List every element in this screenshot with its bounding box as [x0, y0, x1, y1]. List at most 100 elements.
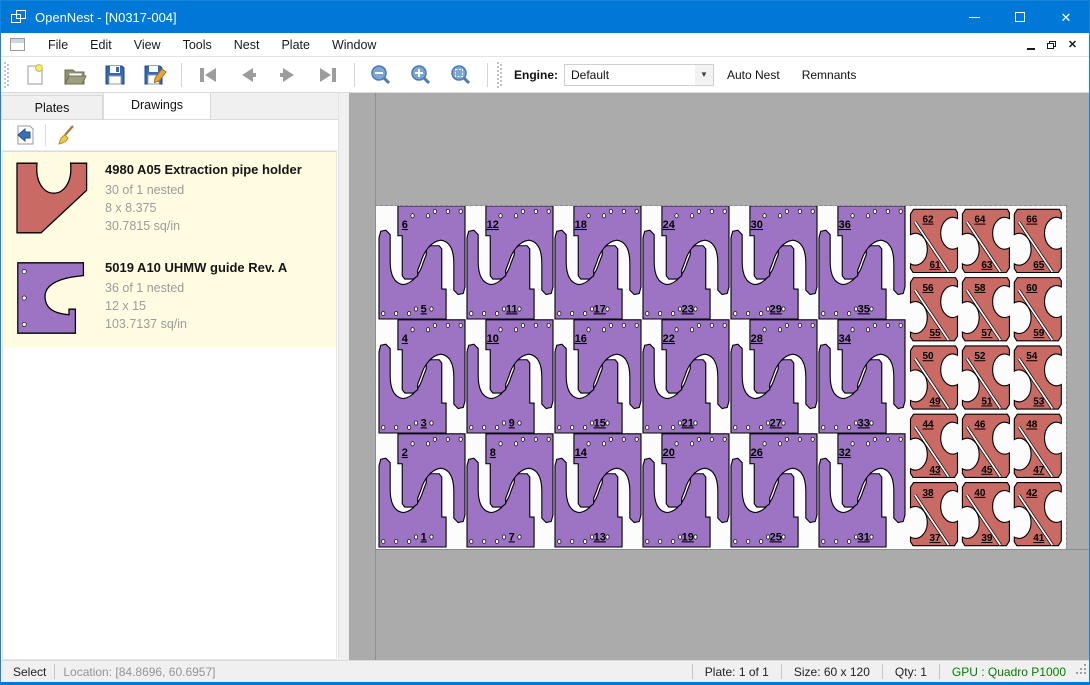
nav-first-icon [197, 66, 219, 84]
menubar: FileEditViewToolsNestPlateWindow ✕ [1, 33, 1089, 57]
menu-nest[interactable]: Nest [223, 35, 271, 55]
mdi-close-button[interactable]: ✕ [1062, 36, 1083, 54]
svg-text:19: 19 [682, 531, 694, 543]
close-button[interactable]: ✕ [1043, 1, 1089, 33]
nav-previous-button[interactable] [233, 61, 263, 89]
nav-last-button[interactable] [313, 61, 343, 89]
purple-pair-cell[interactable] [555, 320, 641, 433]
drawing-size: 8 x 8.375 [105, 200, 302, 218]
svg-text:26: 26 [751, 447, 763, 459]
zoom-fit-button[interactable] [446, 61, 476, 89]
clean-button[interactable] [52, 122, 80, 148]
zoom-fit-icon [450, 64, 472, 86]
open-file-button[interactable] [60, 61, 90, 89]
svg-text:56: 56 [922, 283, 934, 294]
drawing-item[interactable]: 5019 A10 UHMW guide Rev. A 36 of 1 neste… [3, 250, 336, 348]
svg-text:15: 15 [594, 417, 606, 429]
purple-pair-cell[interactable] [731, 320, 817, 433]
svg-text:34: 34 [839, 333, 852, 345]
menu-tools[interactable]: Tools [172, 35, 223, 55]
remnants-button[interactable]: Remnants [793, 63, 866, 87]
nav-next-icon [277, 66, 299, 84]
svg-text:18: 18 [575, 219, 587, 231]
svg-text:29: 29 [770, 303, 782, 315]
toolbar-grip[interactable] [4, 62, 9, 88]
svg-text:42: 42 [1026, 488, 1038, 499]
svg-text:9: 9 [509, 417, 515, 429]
new-file-icon [24, 64, 46, 86]
purple-pair-cell[interactable] [379, 320, 465, 433]
svg-text:57: 57 [981, 328, 993, 339]
svg-text:49: 49 [929, 396, 941, 407]
new-file-button[interactable] [20, 61, 50, 89]
svg-text:63: 63 [981, 260, 993, 271]
toolbar-grip-2[interactable] [497, 62, 502, 88]
maximize-button[interactable] [997, 1, 1043, 33]
purple-pair-cell[interactable] [819, 206, 905, 319]
chevron-down-icon[interactable]: ▼ [695, 65, 713, 85]
nav-next-button[interactable] [273, 61, 303, 89]
zoom-out-button[interactable] [366, 61, 396, 89]
svg-text:51: 51 [981, 396, 993, 407]
purple-pair-cell[interactable] [643, 434, 729, 547]
purple-pair-cell[interactable] [819, 320, 905, 433]
open-folder-icon [63, 64, 87, 86]
purple-pair-cell[interactable] [379, 206, 465, 319]
svg-text:50: 50 [922, 351, 934, 362]
drawing-area: 30.7815 sq/in [105, 218, 302, 236]
purple-pair-cell[interactable] [555, 434, 641, 547]
nav-first-button[interactable] [193, 61, 223, 89]
svg-text:24: 24 [663, 219, 676, 231]
resize-grip[interactable] [1076, 670, 1086, 680]
purple-pair-cell[interactable] [643, 206, 729, 319]
nav-last-icon [317, 66, 339, 84]
save-button[interactable] [100, 61, 130, 89]
menu-window[interactable]: Window [321, 35, 387, 55]
status-mode: Select [1, 665, 46, 679]
window-title: OpenNest - [N0317-004] [35, 10, 177, 25]
mdi-minimize-button[interactable] [1020, 36, 1041, 54]
mdi-restore-icon [1047, 41, 1056, 49]
svg-text:20: 20 [663, 447, 675, 459]
import-drawing-button[interactable] [11, 122, 39, 148]
mdi-restore-button[interactable] [1041, 36, 1062, 54]
engine-value: Default [565, 68, 695, 82]
engine-select[interactable]: Default ▼ [564, 64, 714, 86]
svg-text:52: 52 [974, 351, 986, 362]
tab-plates[interactable]: Plates [1, 95, 103, 119]
purple-pair-cell[interactable] [731, 434, 817, 547]
nest-canvas[interactable]: 6512111817242330293635431091615222128273… [349, 93, 1089, 660]
plate[interactable]: 6512111817242330293635431091615222128273… [376, 206, 1066, 549]
purple-pair-cell[interactable] [555, 206, 641, 319]
menu-file[interactable]: File [37, 35, 79, 55]
purple-pair-cell[interactable] [379, 434, 465, 547]
mdi-minimize-icon [1027, 48, 1035, 50]
purple-pair-cell[interactable] [643, 320, 729, 433]
svg-text:2: 2 [402, 447, 408, 459]
save-as-icon [143, 64, 167, 86]
zoom-in-button[interactable] [406, 61, 436, 89]
menu-view[interactable]: View [123, 35, 172, 55]
purple-pair-cell[interactable] [819, 434, 905, 547]
svg-text:54: 54 [1026, 351, 1038, 362]
svg-text:14: 14 [575, 447, 588, 459]
purple-pair-cell[interactable] [467, 320, 553, 433]
auto-nest-button[interactable]: Auto Nest [718, 63, 789, 87]
menu-edit[interactable]: Edit [79, 35, 123, 55]
menu-plate[interactable]: Plate [270, 35, 321, 55]
svg-text:25: 25 [770, 531, 782, 543]
svg-text:48: 48 [1026, 420, 1038, 431]
purple-pair-cell[interactable] [467, 206, 553, 319]
nest-layout: 6512111817242330293635431091615222128273… [376, 206, 1066, 549]
minimize-button[interactable] [951, 1, 997, 33]
purple-pair-cell[interactable] [467, 434, 553, 547]
mdi-close-icon: ✕ [1068, 38, 1077, 51]
app-window: OpenNest - [N0317-004] ✕ FileEditViewToo… [0, 0, 1090, 685]
purple-pair-cell[interactable] [731, 206, 817, 319]
save-as-button[interactable] [140, 61, 170, 89]
document-icon[interactable] [10, 38, 25, 51]
drawing-item[interactable]: 4980 A05 Extraction pipe holder 30 of 1 … [3, 152, 336, 250]
svg-text:33: 33 [858, 417, 870, 429]
panel-splitter[interactable] [338, 93, 349, 660]
tab-drawings[interactable]: Drawings [103, 92, 211, 119]
